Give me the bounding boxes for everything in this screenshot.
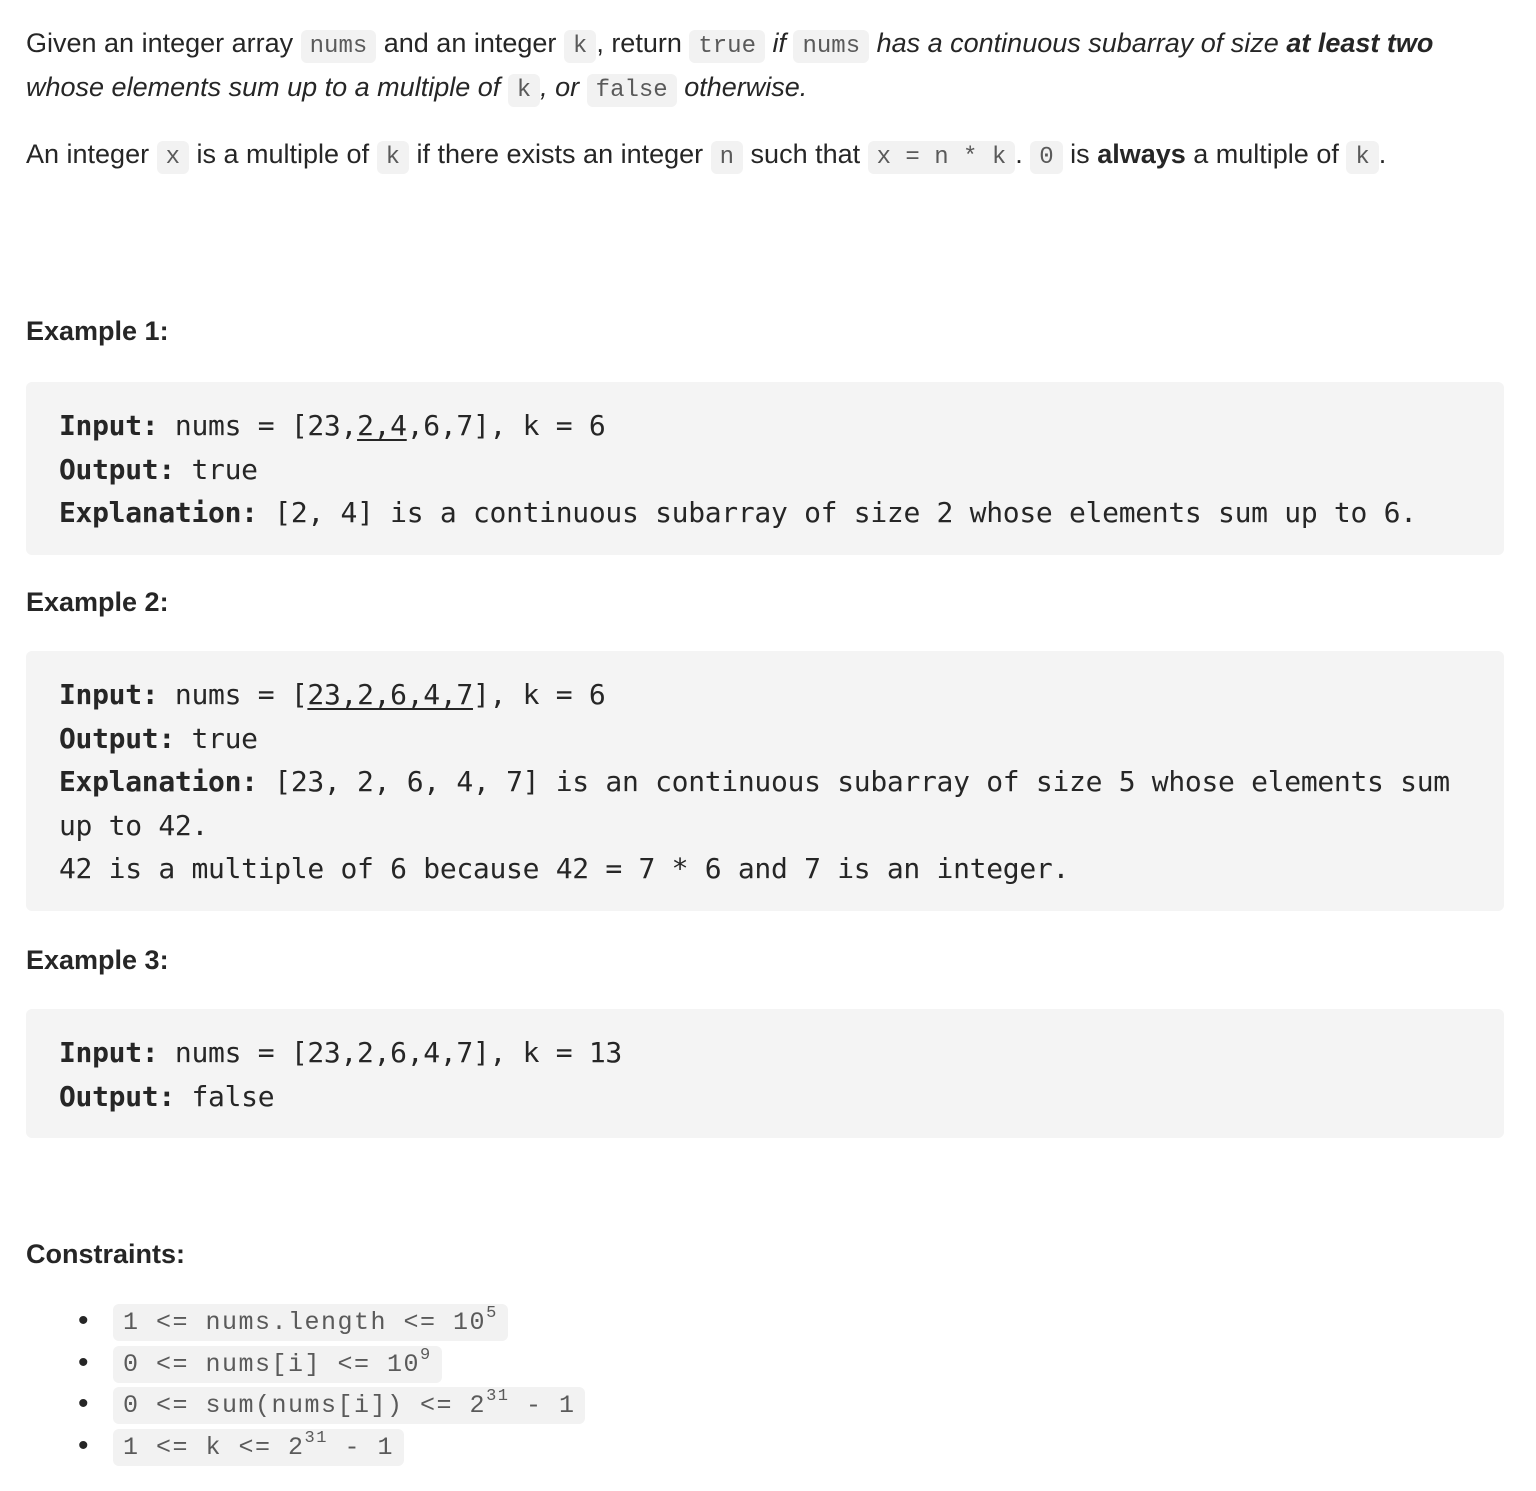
constraint-item: 1 <= nums.length <= 105	[78, 1300, 585, 1342]
exponent: 9	[420, 1345, 432, 1365]
text: a multiple of	[1185, 139, 1347, 169]
output-value: true	[174, 721, 258, 755]
input-label: Input:	[59, 409, 159, 442]
text: whose elements sum up to a multiple of	[26, 72, 508, 102]
text: is a multiple of	[189, 139, 377, 169]
example-1-title: Example 1:	[26, 316, 169, 346]
input-label: Input:	[59, 678, 159, 711]
input-value: nums = [23,2,6,4,7], k = 13	[158, 1036, 622, 1069]
constraints-list: 1 <= nums.length <= 105 0 <= nums[i] <= …	[0, 1300, 586, 1467]
code-n: n	[710, 141, 744, 174]
code-formula: x = n * k	[867, 141, 1016, 174]
text: has a continuous subarray of size	[869, 28, 1287, 58]
constraints-title: Constraints:	[26, 1239, 186, 1269]
example-2-title: Example 2:	[26, 587, 169, 617]
explanation-label: Explanation:	[59, 765, 258, 798]
constraint-text: 0 <= nums[i] <= 10	[123, 1349, 421, 1379]
output-value: false	[174, 1079, 275, 1113]
constraint-item: 0 <= sum(nums[i]) <= 231 - 1	[78, 1383, 586, 1425]
explanation-text: [2, 4] is a continuous subarray of size …	[257, 496, 1417, 529]
constraint-tail: - 1	[509, 1391, 576, 1420]
text: is	[1062, 139, 1098, 169]
output-label: Output:	[59, 721, 175, 755]
text: if there exists an integer	[408, 139, 711, 169]
emphasis-always: always	[1097, 139, 1186, 169]
example-2-block: Input: nums = [23,2,6,4,7], k = 6 Output…	[26, 651, 1504, 911]
code-k: k	[563, 30, 597, 63]
code-k: k	[507, 74, 541, 107]
highlighted-subarray: 2,4	[357, 409, 407, 442]
text: .	[1378, 139, 1387, 169]
code-true: true	[689, 30, 765, 63]
text: such that	[743, 139, 868, 169]
constraint-code: 1 <= k <= 231 - 1	[113, 1428, 404, 1466]
constraint-code: 0 <= nums[i] <= 109	[113, 1345, 442, 1383]
exponent: 31	[304, 1428, 328, 1448]
code-k: k	[1346, 141, 1379, 174]
problem-statement: Given an integer array nums and an integ…	[26, 23, 1496, 111]
output-label: Output:	[59, 452, 175, 486]
example-1-block: Input: nums = [23,2,4,6,7], k = 6 Output…	[26, 382, 1504, 555]
constraint-item: 0 <= nums[i] <= 109	[78, 1342, 585, 1384]
constraint-item: 1 <= k <= 231 - 1	[78, 1425, 585, 1467]
input-value: nums = [23,	[158, 409, 358, 442]
explanation-text: [23, 2, 6, 4, 7] is an continuous subarr…	[59, 765, 1450, 885]
highlighted-subarray: 23,2,6,4,7	[307, 678, 473, 711]
example-3-block: Input: nums = [23,2,6,4,7], k = 13 Outpu…	[26, 1009, 1504, 1138]
text: Given an integer array	[26, 28, 301, 58]
constraint-code: 0 <= sum(nums[i]) <= 231 - 1	[113, 1387, 586, 1424]
text: , or	[540, 72, 587, 102]
constraint-code: 1 <= nums.length <= 105	[113, 1304, 508, 1341]
output-label: Output:	[59, 1079, 175, 1113]
input-value: nums = [	[158, 678, 308, 711]
emphasis-at-least-two: at least two	[1286, 28, 1434, 58]
constraint-text: 0 <= sum(nums[i]) <= 2	[123, 1391, 487, 1420]
code-false: false	[586, 74, 677, 107]
code-x: x	[156, 141, 189, 174]
code-nums: nums	[300, 30, 377, 63]
exponent: 5	[486, 1304, 498, 1323]
code-k: k	[376, 141, 409, 174]
text: , return	[596, 28, 690, 58]
constraint-text: 1 <= k <= 2	[123, 1432, 305, 1462]
input-value: ,6,7], k = 6	[406, 409, 606, 442]
example-3-title: Example 3:	[26, 945, 169, 975]
constraint-text: 1 <= nums.length <= 10	[123, 1308, 487, 1337]
text: otherwise.	[676, 72, 808, 102]
multiple-definition: An integer x is a multiple of k if there…	[26, 134, 1496, 178]
input-label: Input:	[59, 1036, 159, 1069]
text: and an integer	[376, 28, 564, 58]
exponent: 31	[486, 1387, 510, 1406]
text: .	[1015, 139, 1031, 169]
explanation-label: Explanation:	[59, 496, 258, 529]
input-value: ], k = 6	[472, 678, 606, 711]
code-nums: nums	[793, 30, 870, 63]
constraint-tail: - 1	[327, 1432, 394, 1462]
text: if	[764, 28, 794, 58]
text: An integer	[26, 139, 157, 169]
output-value: true	[174, 452, 258, 486]
code-zero: 0	[1030, 141, 1063, 174]
